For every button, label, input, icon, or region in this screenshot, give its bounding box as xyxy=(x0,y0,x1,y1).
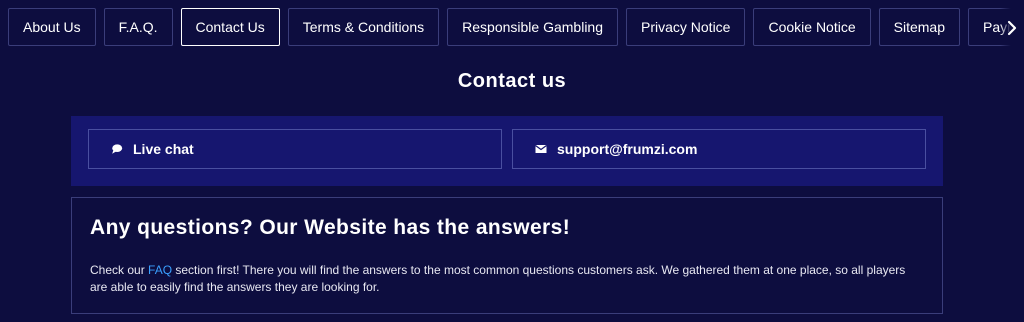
tab-about-us[interactable]: About Us xyxy=(8,8,96,46)
tab-privacy-notice[interactable]: Privacy Notice xyxy=(626,8,746,46)
faq-link[interactable]: FAQ xyxy=(148,263,172,277)
email-label: support@frumzi.com xyxy=(557,141,698,157)
email-support-button[interactable]: support@frumzi.com xyxy=(512,129,926,169)
chevron-right-icon xyxy=(1007,20,1017,36)
tab-faq[interactable]: F.A.Q. xyxy=(103,8,173,46)
tab-contact-us[interactable]: Contact Us xyxy=(180,8,280,46)
envelope-icon xyxy=(535,142,549,156)
footer-nav-tabs: About Us F.A.Q. Contact Us Terms & Condi… xyxy=(8,8,1024,48)
tab-responsible-gambling[interactable]: Responsible Gambling xyxy=(447,8,618,46)
tab-terms-conditions[interactable]: Terms & Conditions xyxy=(287,8,440,46)
faq-description: Check our FAQ section first! There you w… xyxy=(90,262,924,296)
live-chat-button[interactable]: Live chat xyxy=(88,129,502,169)
page-title: Contact us xyxy=(457,70,567,92)
contact-panel: Live chat support@frumzi.com xyxy=(71,116,943,186)
tab-cookie-notice[interactable]: Cookie Notice xyxy=(753,8,871,46)
faq-text-after: section first! There you will find the a… xyxy=(90,263,906,294)
faq-card: Any questions? Our Website has the answe… xyxy=(71,197,943,314)
scroll-right-button[interactable] xyxy=(1000,8,1024,48)
faq-text-before: Check our xyxy=(90,263,149,277)
tab-sitemap[interactable]: Sitemap xyxy=(878,8,960,46)
live-chat-label: Live chat xyxy=(133,141,194,157)
faq-heading: Any questions? Our Website has the answe… xyxy=(90,216,571,239)
chat-bubble-icon xyxy=(111,142,125,156)
